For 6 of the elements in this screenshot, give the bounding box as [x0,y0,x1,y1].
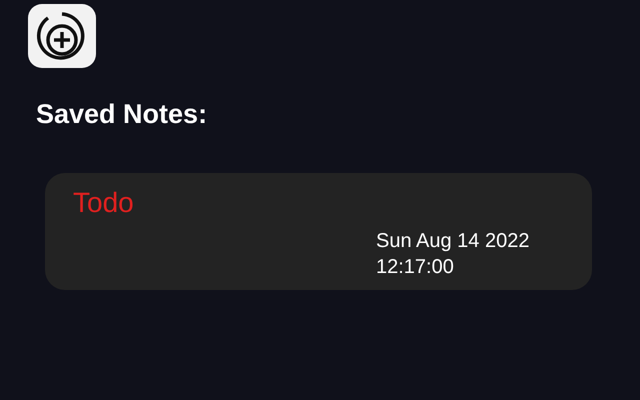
saved-notes-heading: Saved Notes: [36,98,208,130]
plus-circle-icon [37,12,84,60]
note-title: Todo [73,187,134,219]
add-note-button[interactable] [28,4,96,68]
note-date: Sun Aug 14 2022 12:17:00 [376,229,530,280]
note-card[interactable]: Todo Sun Aug 14 2022 12:17:00 [45,173,592,290]
